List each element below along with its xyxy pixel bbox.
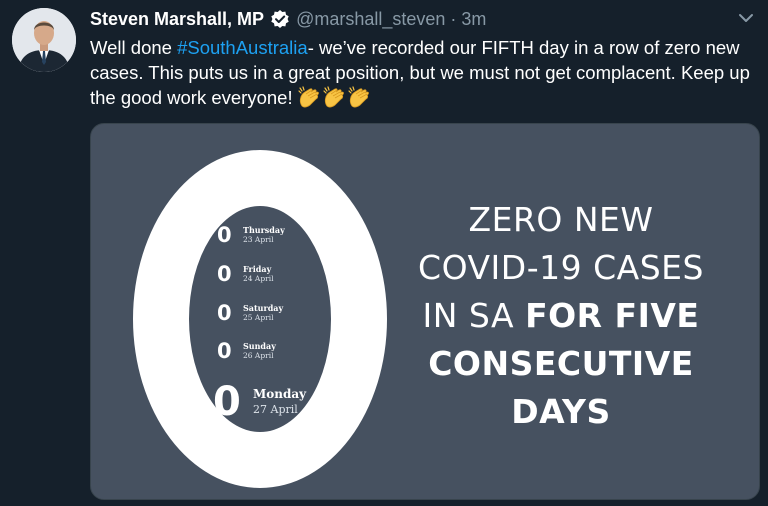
hashtag-link[interactable]: #SouthAustralia — [177, 37, 308, 58]
day-name: Sunday — [243, 341, 276, 351]
headline-line-3: IN SA FOR FIVE — [391, 292, 731, 340]
profile-photo — [12, 8, 76, 72]
day-date: 24 April — [243, 274, 274, 283]
tweet-text: Well done #SouthAustralia- we’ve recorde… — [90, 35, 760, 110]
day-count: 0 — [217, 339, 232, 363]
day-row-monday: 0 Monday 27 April — [213, 379, 306, 425]
media-card[interactable]: 0 Thursday 23 April 0 Friday 24 April 0 … — [90, 123, 760, 500]
day-name: Monday — [253, 387, 307, 401]
headline-line-4: CONSECUTIVE — [428, 344, 694, 383]
clapping-hands-icon — [323, 86, 344, 108]
day-row-thursday: 0 Thursday 23 April — [217, 223, 285, 247]
day-name: Friday — [243, 264, 272, 274]
headline: ZERO NEW COVID-19 CASES IN SA FOR FIVE C… — [391, 196, 731, 436]
tweet-text-start: Well done — [90, 37, 178, 58]
clap-emojis — [297, 86, 372, 108]
tweet-header: Steven Marshall, MP @marshall_steven · 3… — [90, 6, 728, 32]
author-handle[interactable]: @marshall_steven — [296, 9, 445, 30]
avatar[interactable] — [12, 8, 76, 72]
tweet-timestamp[interactable]: 3m — [461, 9, 486, 30]
day-count: 0 — [213, 379, 241, 425]
headline-line-1: ZERO NEW — [468, 200, 654, 239]
headline-line-3-light: IN SA — [422, 296, 526, 335]
day-date: 25 April — [243, 313, 274, 322]
day-row-sunday: 0 Sunday 26 April — [217, 339, 276, 363]
day-date: 26 April — [243, 351, 274, 360]
headline-line-5: DAYS — [511, 392, 611, 431]
day-name: Thursday — [243, 225, 285, 235]
day-date: 23 April — [243, 235, 274, 244]
day-row-saturday: 0 Saturday 25 April — [217, 301, 283, 325]
day-count: 0 — [217, 223, 232, 247]
chevron-down-icon[interactable] — [736, 8, 756, 28]
day-name: Saturday — [243, 303, 284, 313]
author-name[interactable]: Steven Marshall, MP — [90, 9, 264, 30]
separator-dot: · — [450, 8, 457, 29]
day-date: 27 April — [253, 403, 298, 416]
headline-line-3-bold: FOR FIVE — [525, 296, 700, 335]
clapping-hands-icon — [298, 86, 319, 108]
headline-line-2: COVID-19 CASES — [418, 248, 704, 287]
day-row-friday: 0 Friday 24 April — [217, 262, 274, 286]
verified-badge-icon — [270, 9, 290, 29]
clapping-hands-icon — [348, 86, 369, 108]
day-count: 0 — [217, 262, 232, 286]
day-count: 0 — [217, 301, 232, 325]
